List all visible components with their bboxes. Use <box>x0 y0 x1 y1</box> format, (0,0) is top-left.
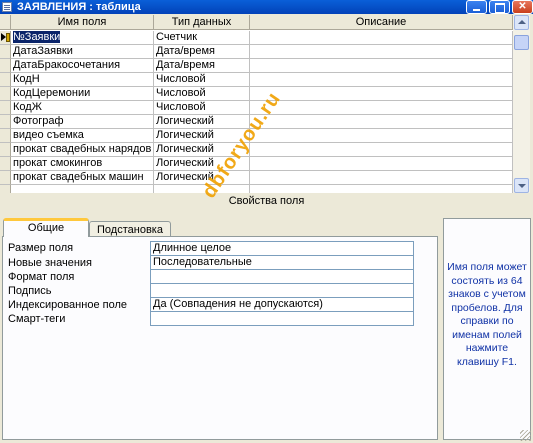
data-type-cell[interactable]: Логический <box>154 115 250 129</box>
table-row[interactable]: №Заявки Счетчик <box>0 31 513 45</box>
scroll-up-button[interactable] <box>514 15 529 30</box>
row-selector[interactable] <box>0 45 11 59</box>
data-type-cell[interactable]: Числовой <box>154 73 250 87</box>
column-header-description[interactable]: Описание <box>250 15 513 30</box>
table-row[interactable]: прокат смокингов Логический <box>0 157 513 171</box>
property-value-field[interactable] <box>150 284 414 298</box>
property-label: Новые значения <box>8 257 93 269</box>
title-bar[interactable]: ЗАЯВЛЕНИЯ : таблица ✕ <box>0 0 533 14</box>
property-label: Подпись <box>8 285 52 297</box>
property-row: Формат поля <box>7 270 414 284</box>
scroll-thumb[interactable] <box>514 35 529 50</box>
table-row[interactable] <box>0 185 513 193</box>
property-row: Подпись <box>7 284 414 298</box>
row-selector[interactable] <box>0 115 11 129</box>
row-selector[interactable] <box>0 31 11 45</box>
scroll-down-button[interactable] <box>514 178 529 193</box>
table-row[interactable]: ДатаЗаявки Дата/время <box>0 45 513 59</box>
row-selector[interactable] <box>0 87 11 101</box>
description-cell[interactable] <box>250 157 513 171</box>
field-name-cell[interactable]: прокат смокингов <box>11 157 154 171</box>
field-name-cell[interactable]: ДатаБракосочетания <box>11 59 154 73</box>
row-selector[interactable] <box>0 143 11 157</box>
field-name-cell[interactable]: Фотограф <box>11 115 154 129</box>
field-name-cell[interactable]: КодН <box>11 73 154 87</box>
data-type-cell[interactable]: Числовой <box>154 87 250 101</box>
description-cell[interactable] <box>250 87 513 101</box>
table-row[interactable]: КодЦеремонии Числовой <box>0 87 513 101</box>
description-cell[interactable] <box>250 59 513 73</box>
help-text: Имя поля может состоять из 64 знаков с у… <box>443 218 531 440</box>
grid-vertical-scrollbar[interactable] <box>513 15 530 193</box>
description-cell[interactable] <box>250 31 513 45</box>
description-cell[interactable] <box>250 143 513 157</box>
close-button[interactable]: ✕ <box>512 0 533 14</box>
field-name-cell[interactable]: №Заявки <box>11 31 154 45</box>
table-row[interactable]: прокат свадебных машин Логический <box>0 171 513 185</box>
description-cell[interactable] <box>250 185 513 193</box>
field-name-cell[interactable]: КодЦеремонии <box>11 87 154 101</box>
property-value-field[interactable]: Длинное целое <box>150 241 414 256</box>
data-type-cell[interactable]: Числовой <box>154 101 250 115</box>
property-value-field[interactable] <box>150 270 414 284</box>
general-properties-panel: Размер поля Длинное целое Новые значения… <box>2 236 438 440</box>
data-type-cell[interactable]: Дата/время <box>154 59 250 73</box>
property-row: Смарт-теги <box>7 312 414 326</box>
property-row: Размер поля Длинное целое <box>7 241 414 256</box>
property-row: Новые значения Последовательные <box>7 256 414 270</box>
field-properties-label: Свойства поля <box>228 195 305 207</box>
row-selector[interactable] <box>0 185 11 193</box>
property-label: Смарт-теги <box>8 313 66 325</box>
primary-key-icon <box>6 33 10 42</box>
field-name-cell[interactable]: видео съемка <box>11 129 154 143</box>
property-label: Индексированное поле <box>8 299 127 311</box>
column-header-data-type[interactable]: Тип данных <box>154 15 250 30</box>
table-row[interactable]: прокат свадебных нарядов Логический <box>0 143 513 157</box>
field-name-cell[interactable]: прокат свадебных машин <box>11 171 154 185</box>
maximize-button[interactable] <box>489 0 510 14</box>
data-type-cell[interactable]: Дата/время <box>154 45 250 59</box>
row-selector[interactable] <box>0 157 11 171</box>
table-row[interactable]: КодН Числовой <box>0 73 513 87</box>
description-cell[interactable] <box>250 45 513 59</box>
table-row[interactable]: ДатаБракосочетания Дата/время <box>0 59 513 73</box>
description-cell[interactable] <box>250 129 513 143</box>
property-row: Индексированное поле Да (Совпадения не д… <box>7 298 414 312</box>
property-label: Размер поля <box>8 242 74 254</box>
description-cell[interactable] <box>250 101 513 115</box>
property-value-field[interactable] <box>150 312 414 326</box>
field-name-cell[interactable]: ДатаЗаявки <box>11 45 154 59</box>
data-type-cell[interactable]: Счетчик <box>154 31 250 45</box>
row-selector[interactable] <box>0 101 11 115</box>
row-selector[interactable] <box>0 73 11 87</box>
tab-general[interactable]: Общие <box>3 218 89 237</box>
resize-grip[interactable] <box>520 430 531 441</box>
table-icon[interactable] <box>2 2 12 12</box>
row-selector-header[interactable] <box>0 15 11 30</box>
field-name-cell[interactable]: КодЖ <box>11 101 154 115</box>
grid-header: Имя поля Тип данных Описание <box>0 15 513 30</box>
row-selector[interactable] <box>0 59 11 73</box>
description-cell[interactable] <box>250 115 513 129</box>
property-label: Формат поля <box>8 271 75 283</box>
minimize-button[interactable] <box>466 0 487 14</box>
row-selector[interactable] <box>0 129 11 143</box>
row-selector[interactable] <box>0 171 11 185</box>
description-cell[interactable] <box>250 171 513 185</box>
field-name-cell[interactable] <box>11 185 154 193</box>
property-value-field[interactable]: Да (Совпадения не допускаются) <box>150 298 414 312</box>
window-title: ЗАЯВЛЕНИЯ : таблица <box>17 1 141 13</box>
column-header-field-name[interactable]: Имя поля <box>11 15 154 30</box>
field-name-cell[interactable]: прокат свадебных нарядов <box>11 143 154 157</box>
description-cell[interactable] <box>250 73 513 87</box>
property-value-field[interactable]: Последовательные <box>150 256 414 270</box>
